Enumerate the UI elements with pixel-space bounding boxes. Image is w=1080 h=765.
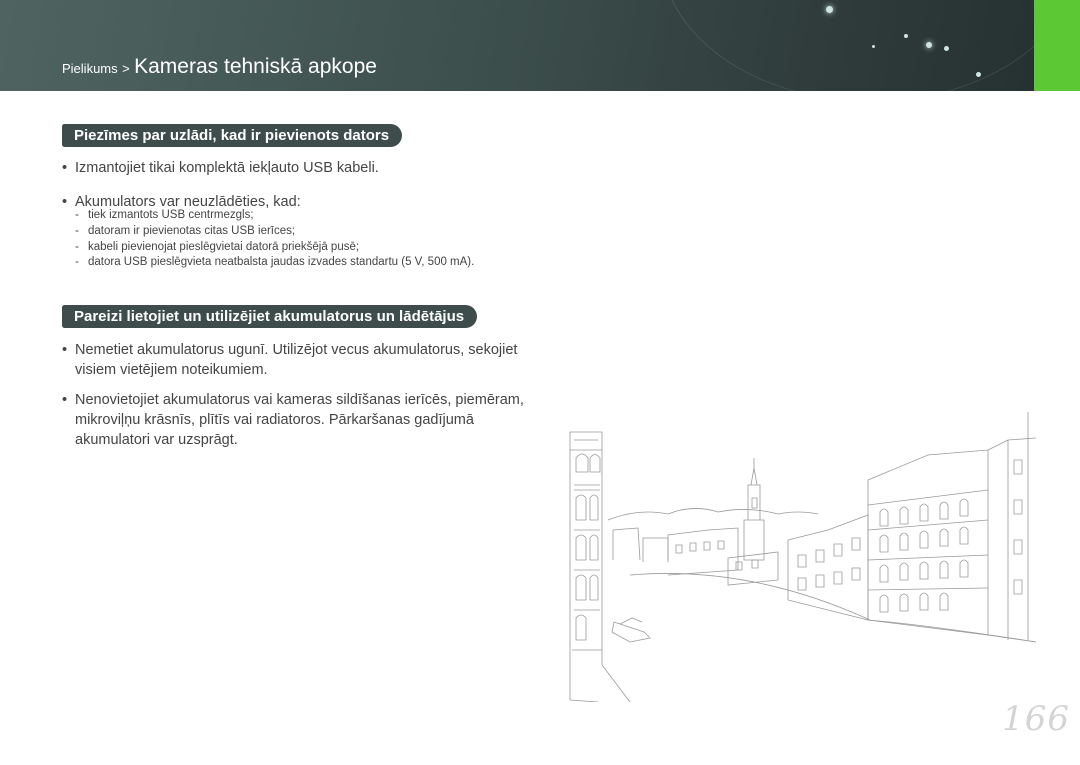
bullet-item: Izmantojiet tikai komplektā iekļauto USB… (62, 158, 525, 178)
header-banner: Pielikums > Kameras tehniskā apkope (0, 0, 1080, 91)
sparkle-icon (926, 42, 932, 48)
sparkle-icon (904, 34, 908, 38)
bullet-item: Nenovietojiet akumulatorus vai kameras s… (62, 390, 525, 450)
page-number: 166 (1002, 699, 1070, 739)
section-heading-batteries: Pareizi lietojiet un utilizējiet akumula… (62, 305, 478, 328)
section-heading-charging: Piezīmes par uzlādi, kad ir pievienots d… (62, 124, 403, 147)
sparkle-icon (872, 45, 875, 48)
breadcrumb-separator: > (122, 61, 130, 76)
sub-item: datora USB pieslēgvieta neatbalsta jauda… (75, 255, 474, 271)
sparkle-icon (826, 6, 833, 13)
bullet-item: Nemetiet akumulatorus ugunī. Utilizējot … (62, 340, 525, 380)
sparkle-icon (944, 46, 949, 51)
sub-item: kabeli pievienojat pieslēgvietai datorā … (75, 240, 359, 256)
breadcrumb: Pielikums > Kameras tehniskā apkope (62, 55, 377, 79)
breadcrumb-parent[interactable]: Pielikums (62, 61, 118, 76)
sparkle-icon (976, 72, 981, 77)
sub-item: datoram ir pievienotas citas USB ierīces… (75, 224, 295, 240)
sub-item: tiek izmantots USB centrmezgls; (75, 208, 254, 224)
venice-canal-line-drawing-icon (569, 412, 1036, 702)
chapter-tab[interactable] (1034, 0, 1080, 91)
decorative-arc (660, 0, 1080, 91)
page-title: Kameras tehniskā apkope (134, 55, 377, 78)
